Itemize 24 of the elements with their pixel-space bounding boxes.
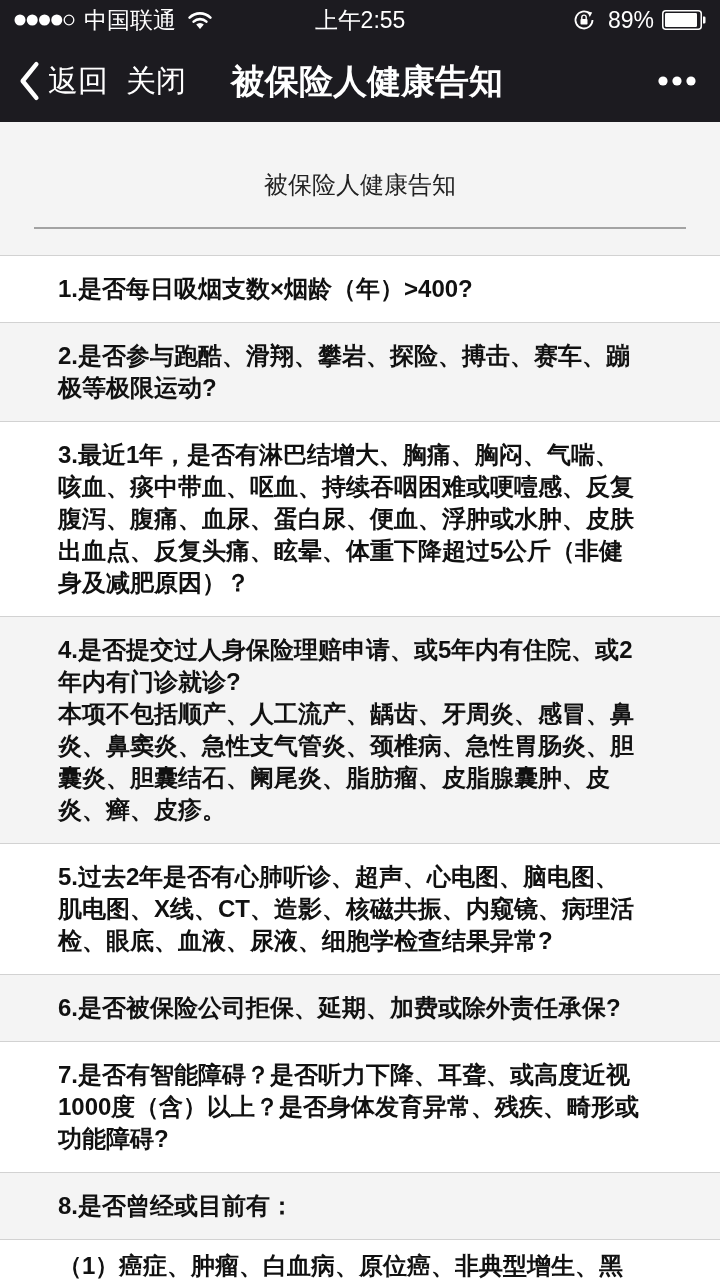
sub-item-text: （1）癌症、肿瘤、白血病、原位癌、非典型增生、黑	[58, 1251, 625, 1281]
question-text: 1.是否每日吸烟支数×烟龄（年）>400?	[58, 274, 474, 304]
question-text: 2.是否参与跑酷、滑翔、攀岩、探险、搏击、赛车、蹦极等极限运动?	[58, 341, 631, 403]
chevron-left-icon	[18, 61, 40, 101]
rotation-lock-icon	[572, 9, 595, 31]
question-text: 7.是否有智能障碍？是否听力下降、耳聋、或高度近视1000度（含）以上？是否身体发育异常、残疾、畸形或功能障碍?	[58, 1060, 641, 1154]
question-text: 8.是否曾经或目前有：	[58, 1191, 295, 1221]
page-title: 被保险人健康告知	[231, 61, 503, 102]
wifi-icon	[188, 11, 212, 29]
more-button[interactable]	[658, 76, 696, 86]
close-button[interactable]: 关闭	[126, 61, 186, 101]
battery-percentage: 89%	[607, 6, 654, 34]
back-button[interactable]: 返回	[18, 61, 108, 101]
question-text: 3.最近1年，是否有淋巴结增大、胸痛、胸闷、气喘、咳血、痰中带血、呕血、持续吞咽困难或哽噎感、反复腹泻、腹痛、血尿、蛋白尿、便血、浮肿或水肿、皮肤出血点、反复头痛、眩晕、体重下降超过5公斤（非健身及减肥原因）？	[58, 440, 635, 598]
question-text: 5.过去2年是否有心肺听诊、超声、心电图、脑电图、肌电图、X线、CT、造影、核磁共振、内窥镜、病理活检、眼底、血液、尿液、细胞学检查结果异常?	[58, 862, 635, 956]
battery-icon	[662, 10, 706, 30]
clock-time: 上午2:55	[314, 6, 406, 34]
question-text: 6.是否被保险公司拒保、延期、加费或除外责任承保?	[58, 993, 622, 1023]
question-text: 4.是否提交过人身保险理赔申请、或5年内有住院、或2年内有门诊就诊?	[58, 635, 634, 697]
form-title: 被保险人健康告知	[263, 170, 457, 200]
signal-icon	[14, 14, 75, 26]
more-icon	[658, 76, 696, 86]
carrier-name: 中国联通	[84, 6, 176, 34]
question-note: 本项不包括顺产、人工流产、龋齿、牙周炎、感冒、鼻炎、鼻窦炎、急性支气管炎、颈椎病、急性胃肠炎、胆囊炎、胆囊结石、阑尾炎、脂肪瘤、皮脂腺囊肿、皮炎、癣、皮疹。	[58, 699, 635, 825]
